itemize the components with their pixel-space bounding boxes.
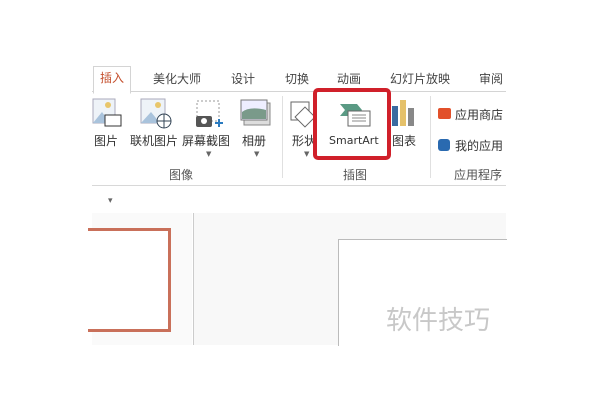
quick-access-customize-icon[interactable]: ▾	[108, 196, 113, 206]
group-label-illustrations: 插图	[343, 168, 368, 182]
online-picture-label: 联机图片	[130, 134, 179, 148]
my-apps-button[interactable]: 我的应用	[438, 136, 508, 154]
online-picture-button[interactable]: 联机图片	[130, 98, 180, 153]
screenshot-button[interactable]: 屏幕截图 ▼	[182, 98, 234, 162]
ribbon-bottom-border	[92, 185, 506, 186]
chart-button[interactable]: 图表	[391, 98, 419, 153]
online-picture-icon	[140, 98, 172, 129]
store-button[interactable]: 应用商店	[438, 105, 508, 123]
album-button[interactable]: 相册 ▼	[240, 98, 272, 162]
store-label: 应用商店	[455, 108, 504, 122]
chart-icon	[392, 100, 414, 126]
album-label: 相册	[242, 134, 267, 148]
tab-design[interactable]: 设计	[231, 70, 255, 87]
shapes-icon	[290, 101, 314, 128]
smartart-icon	[340, 104, 371, 127]
my-apps-label: 我的应用	[455, 139, 504, 153]
my-apps-icon	[438, 139, 450, 151]
group-separator	[282, 96, 283, 178]
tab-beautify-master[interactable]: 美化大师	[153, 70, 201, 87]
shapes-dropdown-icon: ▼	[304, 150, 310, 158]
screenshot-label: 屏幕截图	[182, 134, 231, 148]
group-separator	[430, 96, 431, 178]
picture-label: 图片	[94, 134, 119, 148]
ribbon-tab-bar	[92, 91, 506, 92]
group-label-apps: 应用程序	[454, 168, 503, 182]
slide-thumbnail[interactable]	[88, 228, 171, 332]
smartart-label: SmartArt	[329, 134, 379, 147]
album-dropdown-icon: ▼	[254, 150, 260, 158]
picture-button[interactable]: 图片	[92, 98, 124, 153]
shapes-label: 形状	[292, 134, 314, 148]
chart-label: 图表	[392, 134, 417, 148]
group-label-images: 图像	[169, 168, 194, 182]
store-icon	[438, 108, 451, 119]
picture-icon	[92, 98, 122, 127]
album-icon	[240, 99, 271, 126]
smartart-button[interactable]: SmartArt	[313, 88, 391, 160]
tab-transitions[interactable]: 切换	[285, 70, 309, 87]
tab-slideshow[interactable]: 幻灯片放映	[390, 70, 450, 87]
screenshot-icon	[196, 100, 223, 127]
tab-review[interactable]: 审阅	[479, 70, 503, 87]
shapes-button[interactable]: 形状 ▼	[290, 98, 314, 162]
screenshot-dropdown-icon: ▼	[206, 150, 212, 158]
tab-animations[interactable]: 动画	[337, 70, 361, 87]
tab-insert[interactable]: 插入	[93, 66, 132, 94]
watermark-text: 软件技巧	[386, 306, 491, 336]
